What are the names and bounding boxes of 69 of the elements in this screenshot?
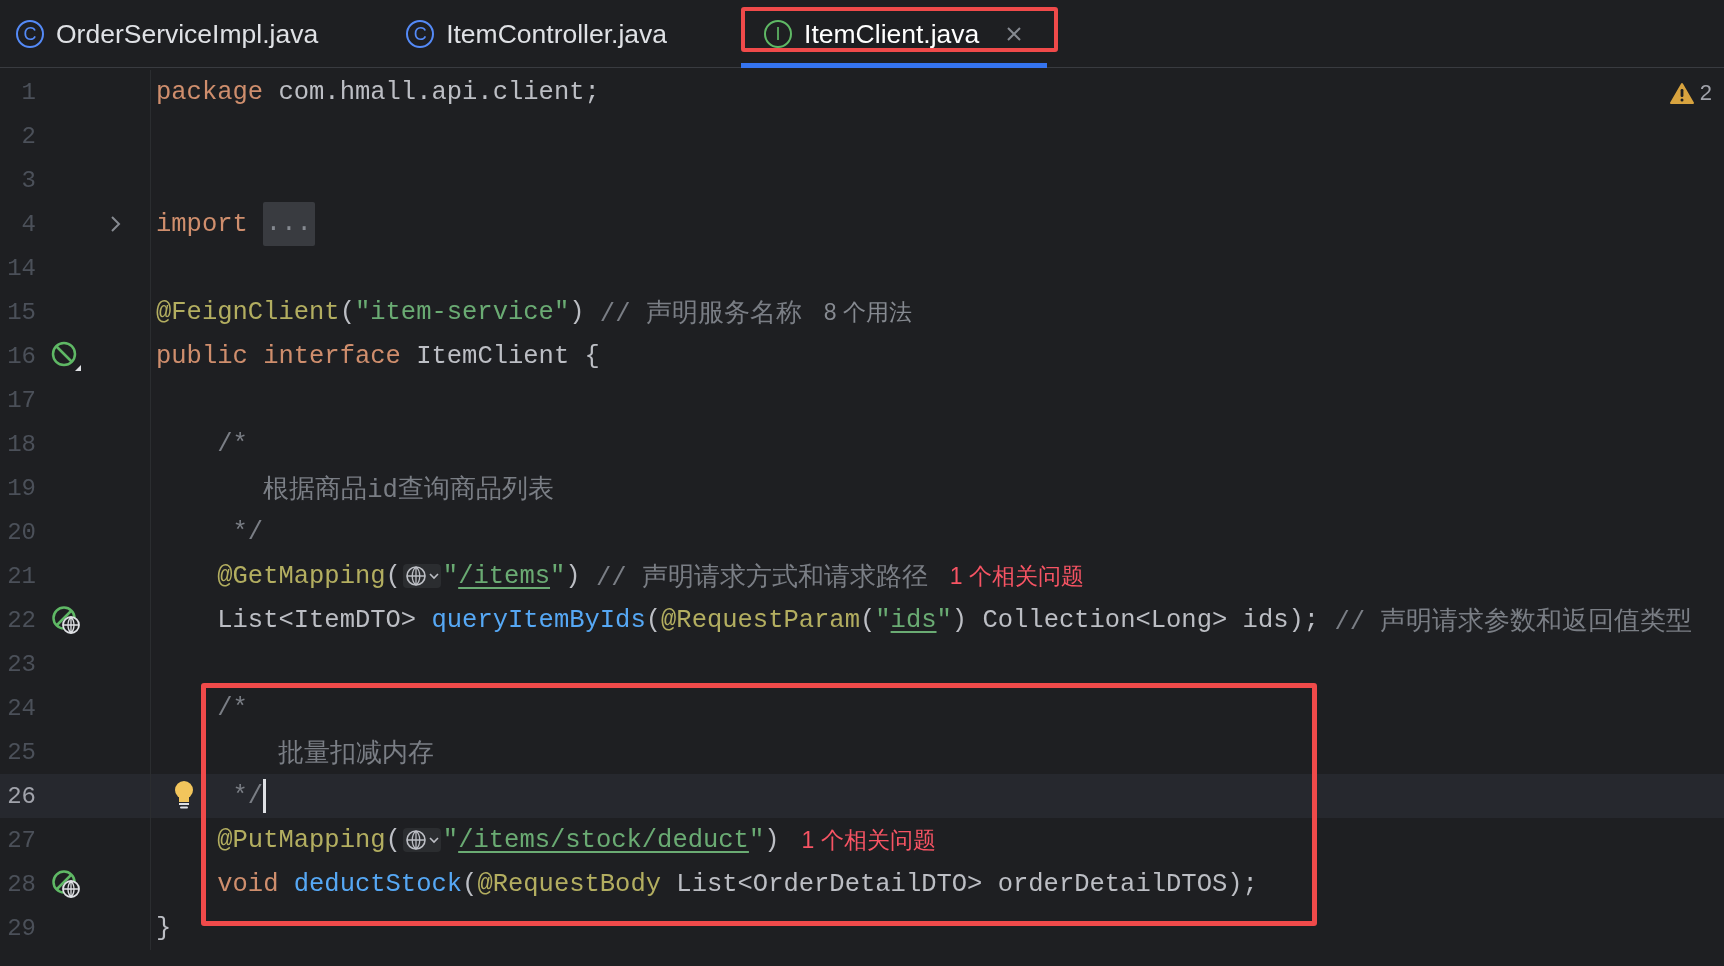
warning-icon: [1669, 81, 1694, 105]
globe-chevron-icon: [404, 829, 439, 851]
code-text: (: [385, 825, 401, 855]
code-comment: // 声明请求参数和返回值类型: [1334, 606, 1693, 638]
file-type-icon: C: [406, 20, 435, 48]
code-text: ) Collection<Long> ids);: [951, 605, 1320, 635]
code-comment: 批量扣减内存: [278, 738, 435, 770]
file-tab[interactable]: C OrderServiceImpl.java: [14, 0, 397, 68]
annotation: @RequestBody: [477, 869, 662, 899]
code-text: (: [385, 561, 401, 591]
code-text: (: [339, 297, 355, 327]
file-tab[interactable]: I ItemClient.java: [741, 0, 1048, 68]
code-text: ItemClient {: [416, 341, 600, 371]
file-type-icon: I: [764, 20, 793, 48]
string-literal: ": [550, 561, 566, 591]
folded-code[interactable]: ...: [262, 202, 315, 246]
annotation: @PutMapping: [217, 825, 386, 855]
keyword: interface: [263, 341, 401, 371]
warning-count[interactable]: 2: [1699, 80, 1712, 106]
code-comment: /*: [217, 429, 248, 459]
close-icon[interactable]: [1005, 25, 1024, 43]
code-comment: 根据商品id查询商品列表: [263, 474, 554, 506]
globe-dropdown[interactable]: [402, 564, 441, 588]
code-text: (: [462, 869, 478, 899]
string-literal: ": [442, 561, 459, 591]
chevron-right-icon[interactable]: [110, 215, 122, 233]
string-literal: ": [875, 605, 891, 635]
url-link[interactable]: ids: [890, 605, 937, 635]
file-type-icon: C: [16, 20, 44, 48]
string-literal: ": [442, 825, 459, 855]
keyword: void: [217, 869, 279, 899]
globe-dropdown[interactable]: [402, 828, 441, 852]
string-literal: "item-service": [354, 297, 570, 327]
code-text: (: [859, 605, 876, 635]
globe-badge-icon: [52, 606, 80, 634]
code-text: ): [764, 825, 780, 855]
string-literal: ": [936, 605, 952, 635]
code-comment: // 声明请求方式和请求路径: [595, 562, 928, 594]
code-text: }: [156, 913, 172, 943]
keyword: package: [156, 77, 264, 107]
usage-hint[interactable]: 8 个用法: [823, 296, 912, 328]
globe-badge-icon: [52, 870, 80, 898]
code-text: (: [645, 605, 662, 635]
annotation: @RequestParam: [661, 605, 860, 635]
lightbulb-icon: [173, 780, 195, 809]
code-text: List<ItemDTO>: [217, 605, 418, 635]
problem-hint[interactable]: 1 个相关问题: [949, 560, 1085, 592]
code-comment: /*: [217, 693, 248, 723]
globe-chevron-icon: [404, 565, 439, 587]
url-link[interactable]: /items: [458, 561, 550, 591]
code-comment: */: [232, 517, 264, 547]
slashed-circle-icon: [51, 341, 81, 371]
code-comment: // 声明服务名称: [599, 298, 802, 330]
code-text: com.hmall.api.client;: [278, 77, 600, 107]
code-text: List<OrderDetailDTO> orderDetailDTOS);: [676, 869, 1258, 899]
method-name: deductStock: [293, 869, 463, 899]
code-text: ): [565, 561, 581, 591]
string-literal: ": [748, 825, 765, 855]
keyword: public: [156, 341, 248, 371]
annotation: @GetMapping: [217, 561, 386, 591]
problem-hint[interactable]: 1 个相关问题: [801, 824, 936, 856]
method-name: queryItemByIds: [431, 605, 646, 635]
code-comment: */: [232, 781, 264, 811]
annotation: @FeignClient: [156, 297, 340, 327]
line-number: 26: [6, 782, 36, 810]
url-link[interactable]: /items/stock/deduct: [458, 825, 749, 855]
code-text: ): [569, 297, 585, 327]
keyword: import: [156, 209, 248, 239]
text-cursor: [263, 779, 267, 813]
